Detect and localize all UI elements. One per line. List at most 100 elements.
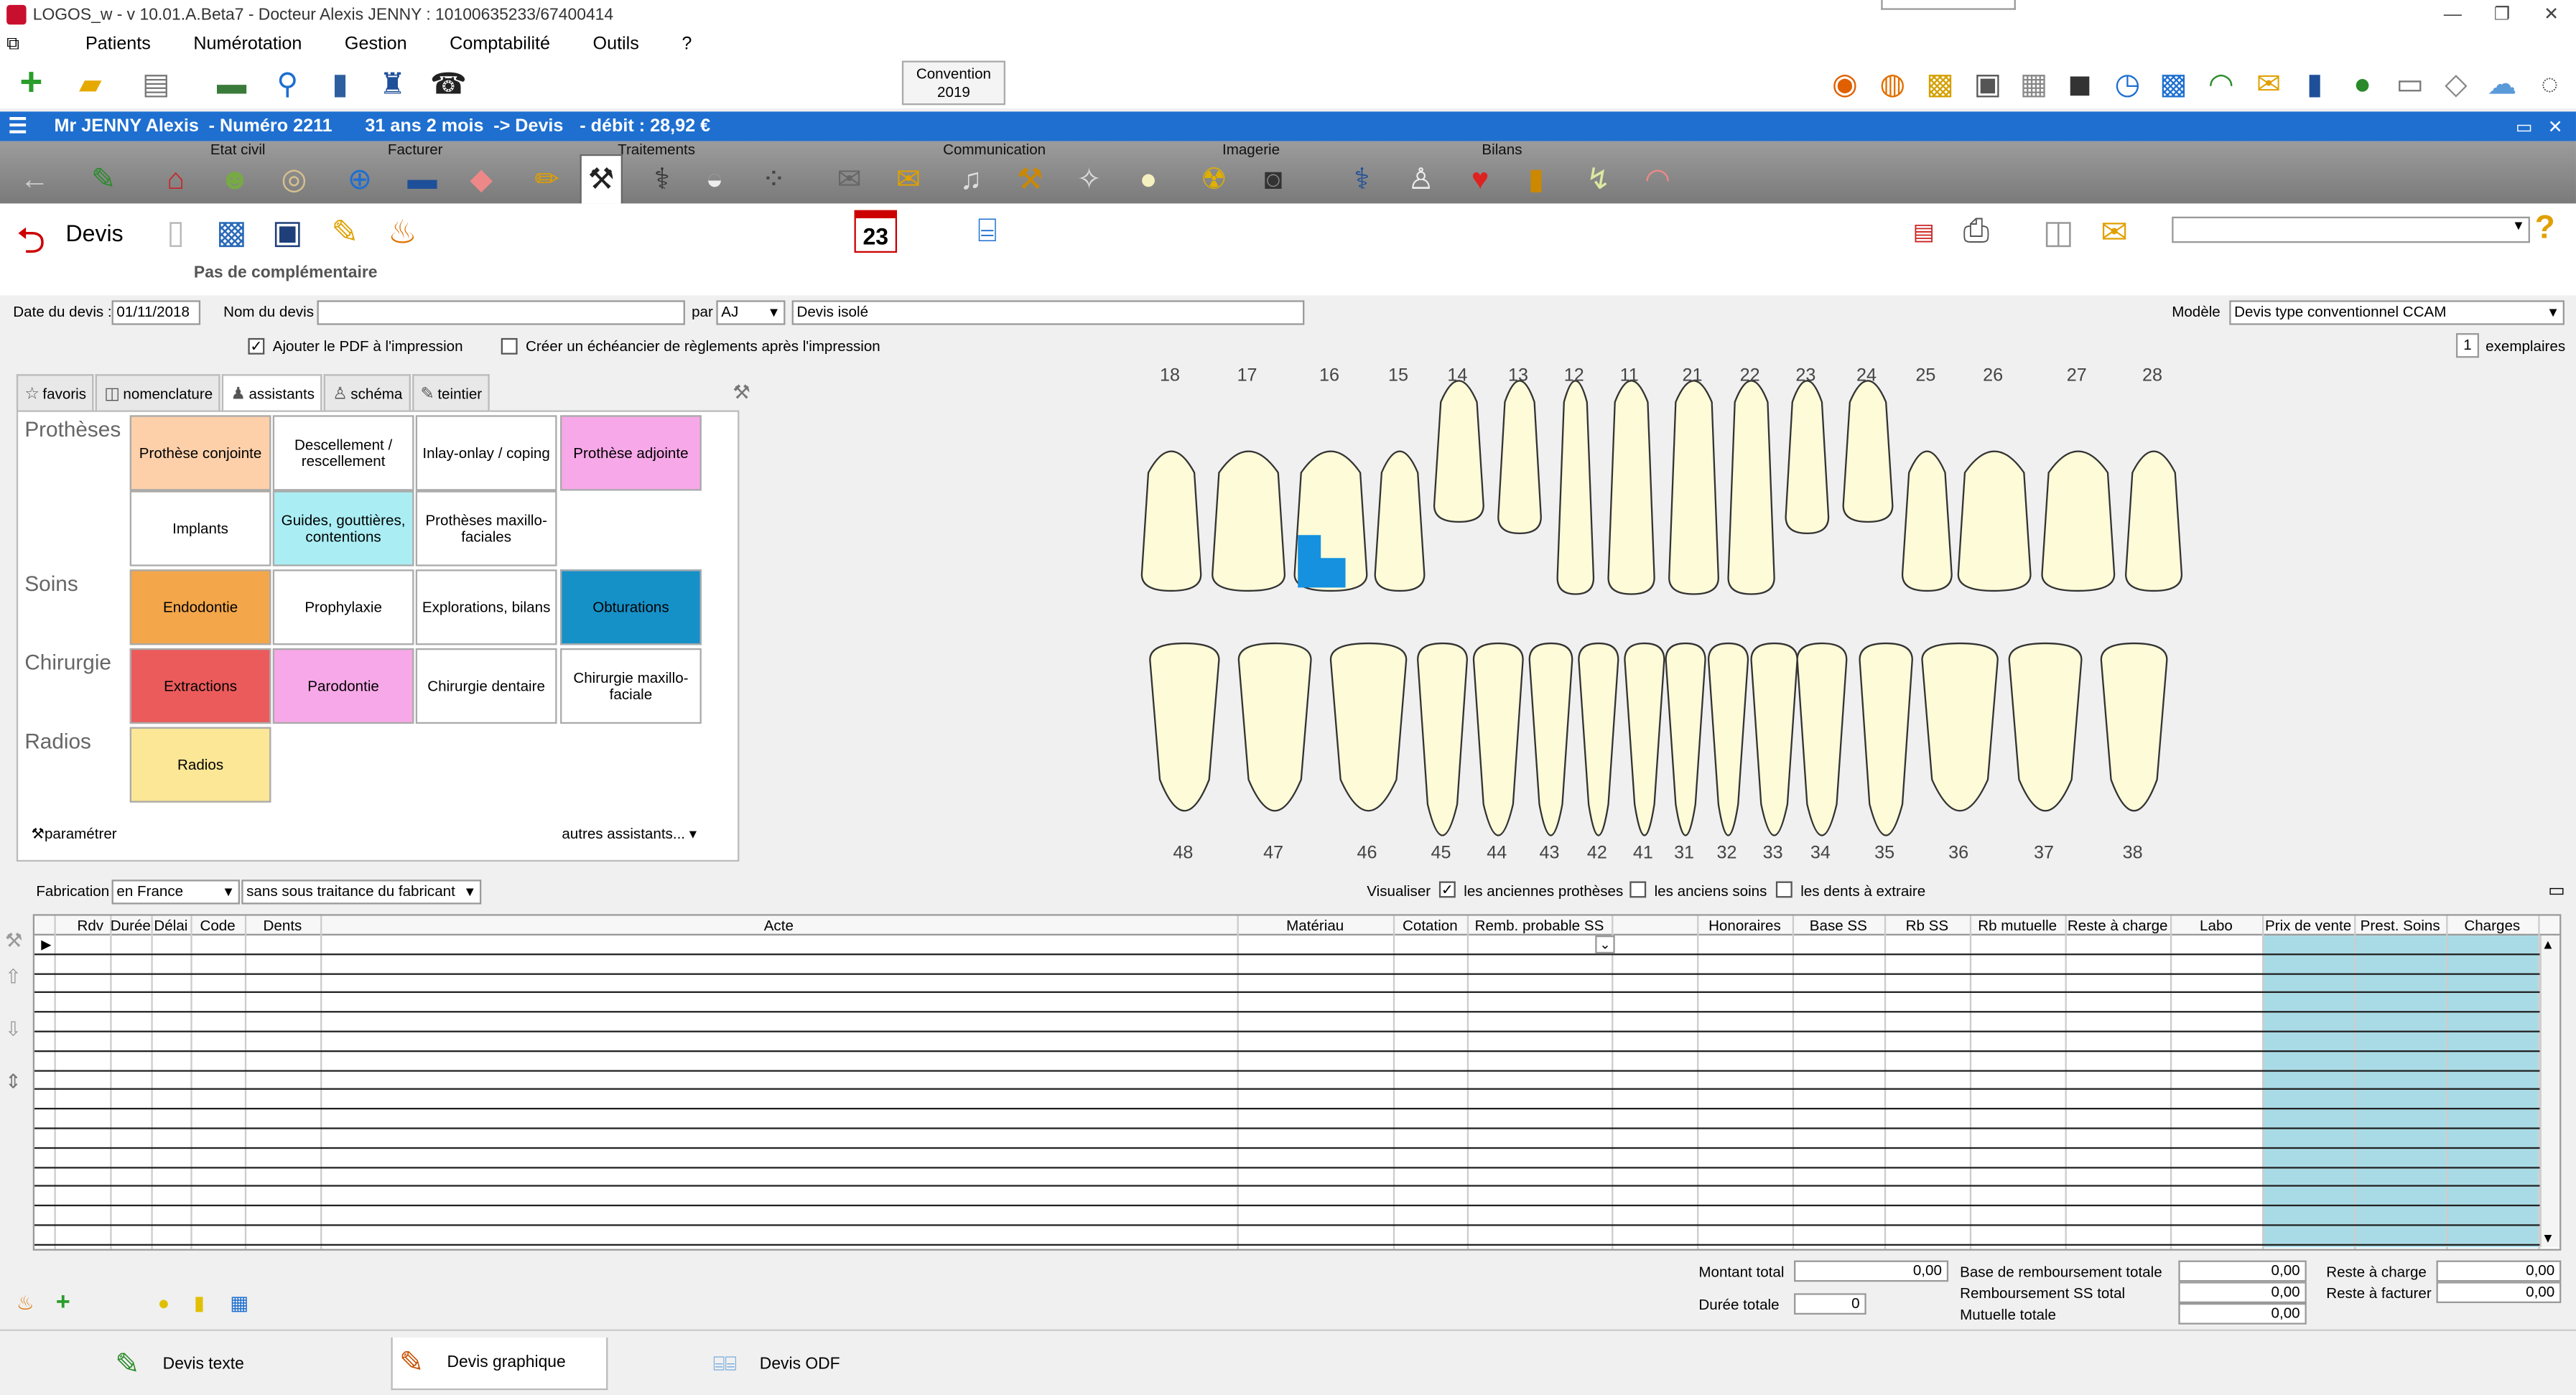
assistant-chirurgie-maxillo[interactable]: Chirurgie maxillo-faciale: [560, 648, 702, 724]
headset-icon[interactable]: ◠: [2203, 65, 2239, 101]
col-rb-ss[interactable]: Rb SS: [1884, 916, 1970, 936]
notebook-icon[interactable]: ▮: [2297, 65, 2333, 101]
tab-assistants[interactable]: ♟ assistants: [222, 374, 323, 411]
mail-icon[interactable]: ✉: [2251, 65, 2287, 101]
tab-favoris[interactable]: ☆ favoris: [16, 374, 95, 411]
radiation-icon[interactable]: ☢: [1193, 157, 1235, 200]
menu-comptabilite[interactable]: Comptabilité: [450, 34, 550, 54]
col-prix-vente[interactable]: Prix de vente: [2262, 916, 2354, 936]
home-icon[interactable]: ⌂: [154, 157, 197, 200]
add-row-icon[interactable]: +: [56, 1288, 70, 1316]
col-base-ss[interactable]: Base SS: [1792, 916, 1884, 936]
assistant-chirurgie-dentaire[interactable]: Chirurgie dentaire: [415, 648, 557, 724]
restore-icon[interactable]: ❐: [2478, 0, 2527, 29]
lower-tooth-46[interactable]: [1329, 642, 1408, 812]
lower-tooth-48[interactable]: [1149, 642, 1220, 812]
table-row[interactable]: [34, 1091, 2540, 1110]
tab-teintier[interactable]: ✎ teintier: [412, 374, 490, 411]
upper-tooth-18[interactable]: [1140, 450, 1202, 592]
traitance-select[interactable]: sans sous traitance du fabricant ▼: [241, 880, 482, 905]
minimize-icon[interactable]: —: [2428, 0, 2478, 29]
menu-patients[interactable]: Patients: [85, 34, 151, 54]
table-row[interactable]: [34, 1226, 2540, 1246]
assistant-prophylaxie[interactable]: Prophylaxie: [272, 569, 414, 645]
assistant-prothese-adjointe[interactable]: Prothèse adjointe: [560, 415, 702, 491]
assistant-endodontie[interactable]: Endodontie: [129, 569, 271, 645]
denture-icon[interactable]: ◒: [693, 157, 735, 200]
acts-table[interactable]: Rdv Durée Délai Code Dents Acte Matériau…: [32, 914, 2562, 1251]
save-icon[interactable]: ▣: [266, 210, 309, 253]
upper-tooth-11[interactable]: [1607, 380, 1655, 595]
col-duree[interactable]: Durée: [110, 916, 151, 936]
upper-tooth-22[interactable]: [1727, 380, 1775, 595]
email-send-icon[interactable]: ✉: [2093, 210, 2135, 253]
sort-icon[interactable]: ⇕: [5, 1070, 28, 1122]
assistant-guides[interactable]: Guides, gouttières, contentions: [272, 490, 414, 566]
back-icon[interactable]: ⮌: [17, 213, 45, 276]
table-row[interactable]: [34, 1149, 2540, 1168]
col-rdv[interactable]: Rdv: [70, 916, 110, 936]
copies-field[interactable]: 1: [2455, 333, 2479, 358]
col-remb-probable[interactable]: Remb. probable SS: [1467, 916, 1612, 936]
drill-icon[interactable]: ⚒: [1009, 157, 1051, 200]
back-arrow-icon[interactable]: ←: [13, 157, 55, 200]
col-delai[interactable]: Délai: [151, 916, 190, 936]
upper-tooth-21[interactable]: [1668, 380, 1719, 595]
move-up-icon[interactable]: ⇧: [5, 965, 28, 1017]
eraser-icon[interactable]: ◆: [460, 157, 503, 200]
assistant-prothese-conjointe[interactable]: Prothèse conjointe: [129, 415, 271, 491]
pencil-icon[interactable]: ✏: [526, 157, 568, 200]
upper-tooth-23[interactable]: [1785, 380, 1830, 535]
dots-icon[interactable]: ⁘: [753, 157, 795, 200]
autres-assistants-menu[interactable]: autres assistants... ▾: [562, 826, 697, 844]
menu-gestion[interactable]: Gestion: [345, 34, 407, 54]
anciennes-protheses-checkbox[interactable]: ✓: [1438, 881, 1456, 898]
settings-small-icon[interactable]: ⚒: [5, 929, 28, 965]
menu-outils[interactable]: Outils: [593, 34, 639, 54]
lower-tooth-32[interactable]: [1707, 642, 1749, 836]
lower-tooth-44[interactable]: [1472, 642, 1524, 836]
speech-icon[interactable]: ●: [1127, 157, 1169, 200]
tool-icon[interactable]: ⚕: [641, 157, 683, 200]
wand-icon[interactable]: ✧: [1068, 157, 1110, 200]
devis-type-field[interactable]: Devis isolé: [791, 300, 1305, 325]
note-icon[interactable]: ▮: [194, 1292, 205, 1315]
lower-tooth-43[interactable]: [1528, 642, 1573, 836]
table-scrollbar[interactable]: [2539, 935, 2560, 1248]
upper-tooth-14[interactable]: [1433, 380, 1484, 523]
list-icon[interactable]: ▤: [138, 65, 174, 101]
tab-devis-graphique[interactable]: ✎ Devis graphique: [391, 1338, 608, 1391]
disc-icon[interactable]: ◎: [273, 157, 315, 200]
pdf-checkbox[interactable]: ✓: [248, 337, 265, 355]
qr-icon[interactable]: ▩: [2155, 65, 2191, 101]
flag-icon[interactable]: ▩: [1922, 65, 1958, 101]
upper-tooth-13[interactable]: [1497, 380, 1542, 535]
pdf-icon[interactable]: ▤: [1902, 210, 1945, 253]
lifebuoy-icon[interactable]: ◉: [1827, 65, 1863, 101]
col-code[interactable]: Code: [190, 916, 244, 936]
upper-tooth-25[interactable]: [1901, 450, 1953, 592]
sms-icon[interactable]: ●: [2344, 65, 2380, 101]
lightbulb-icon[interactable]: ●: [158, 1292, 170, 1315]
expand-icon[interactable]: ▭: [2548, 874, 2565, 908]
tab-devis-texte[interactable]: ✎ Devis texte: [115, 1338, 378, 1390]
assistant-inlay-onlay[interactable]: Inlay-onlay / coping: [415, 415, 557, 491]
col-reste-charge[interactable]: Reste à charge: [2065, 916, 2170, 936]
menu-help[interactable]: ?: [682, 34, 692, 54]
move-down-icon[interactable]: ⇩: [5, 1017, 28, 1070]
tab-schema[interactable]: ♙ schéma: [324, 374, 411, 411]
jaw-icon[interactable]: ↯: [1577, 157, 1619, 200]
grid-icon[interactable]: ▦: [2016, 65, 2052, 101]
par-select[interactable]: AJ ▼: [716, 300, 786, 325]
scroll-down-icon[interactable]: ▼: [2542, 1231, 2554, 1246]
col-materiau[interactable]: Matériau: [1237, 916, 1393, 936]
name-field[interactable]: [317, 300, 685, 325]
help-icon[interactable]: ?: [2535, 210, 2555, 248]
col-labo[interactable]: Labo: [2170, 916, 2262, 936]
table-row[interactable]: [34, 974, 2540, 994]
table-row[interactable]: [34, 1013, 2540, 1032]
upper-tooth-24[interactable]: [1842, 380, 1894, 523]
assistant-parodontie[interactable]: Parodontie: [272, 648, 414, 724]
tag-icon[interactable]: ◇: [2438, 65, 2474, 101]
mail-open-icon[interactable]: ✉: [887, 157, 929, 200]
